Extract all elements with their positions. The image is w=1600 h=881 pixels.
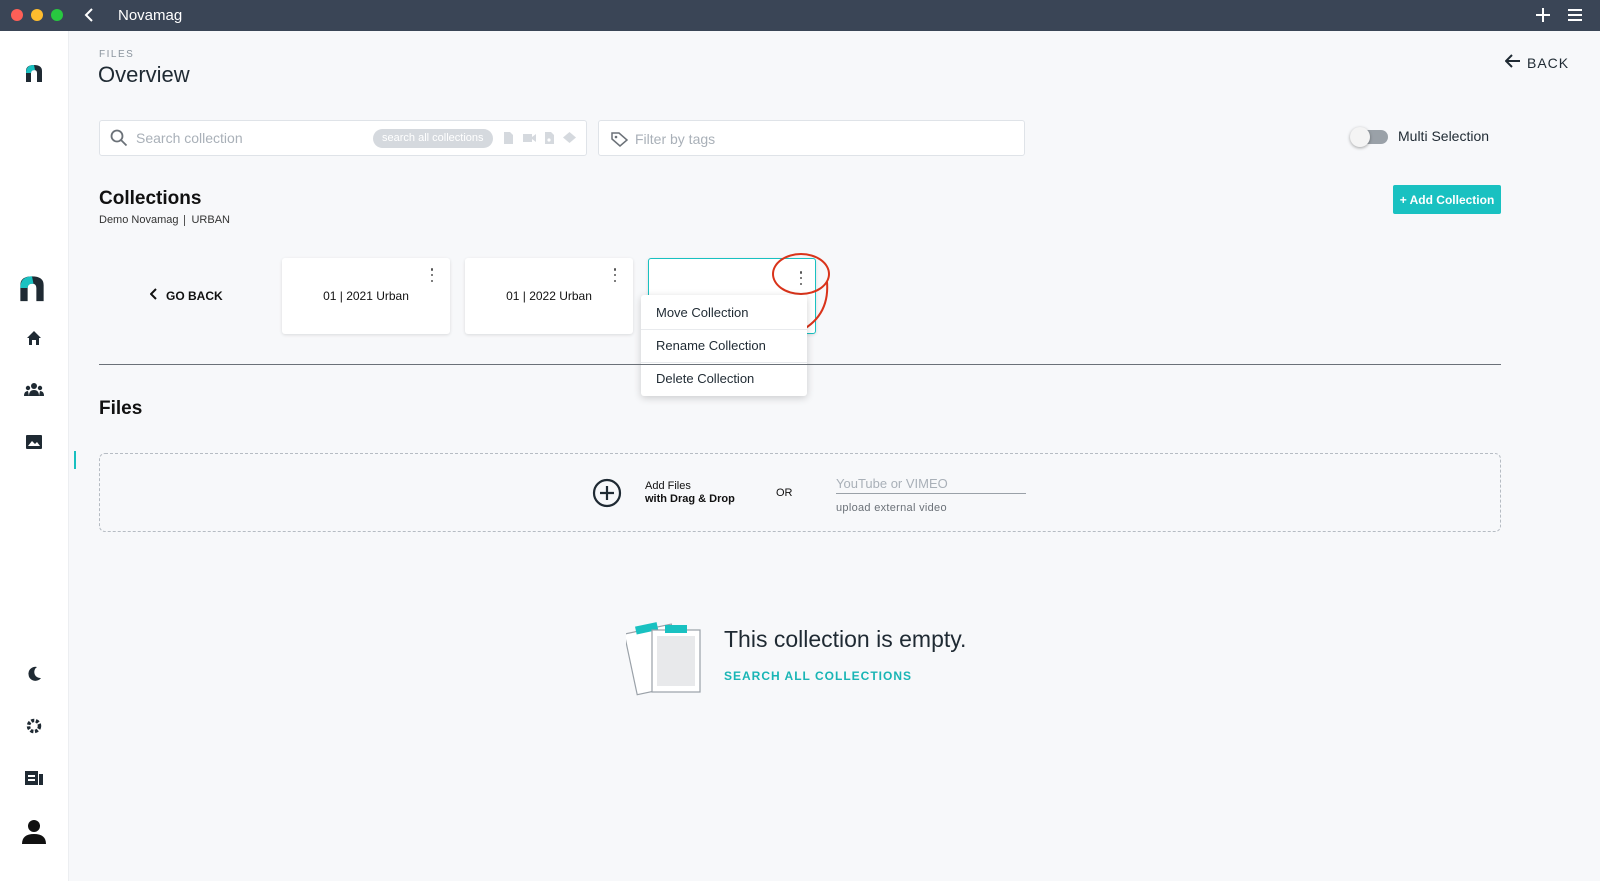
external-video-input[interactable] xyxy=(836,474,1026,494)
image-icon[interactable] xyxy=(22,430,46,454)
breadcrumb-item[interactable]: URBAN xyxy=(191,214,230,226)
external-video-hint: upload external video xyxy=(836,502,947,514)
multi-selection-label: Multi Selection xyxy=(1398,128,1490,144)
file-dropzone[interactable]: Add Files with Drag & Drop OR upload ext… xyxy=(99,453,1501,532)
rename-collection-item[interactable]: Rename Collection xyxy=(641,329,807,362)
add-files-text: Add Files with Drag & Drop xyxy=(645,480,735,506)
or-label: OR xyxy=(776,487,793,499)
move-collection-item[interactable]: Move Collection xyxy=(641,296,807,329)
search-all-collections-pill[interactable]: search all collections xyxy=(373,129,493,148)
page-eyebrow: FILES xyxy=(99,49,135,60)
page-title: Overview xyxy=(98,62,190,87)
users-icon[interactable] xyxy=(22,378,46,402)
sidebar xyxy=(0,31,69,881)
collection-context-menu: Move Collection Rename Collection Delete… xyxy=(641,295,807,396)
collection-card[interactable]: 01 | 2021 Urban xyxy=(282,258,450,334)
plus-icon[interactable] xyxy=(1533,5,1553,25)
kebab-icon[interactable] xyxy=(428,268,436,282)
back-label: BACK xyxy=(1527,54,1570,71)
toggle-knob xyxy=(1350,127,1370,147)
search-icon xyxy=(110,129,128,152)
app-title: Novamag xyxy=(118,7,183,24)
magazine-icon[interactable] xyxy=(22,766,46,790)
collection-card[interactable]: 01 | 2022 Urban xyxy=(465,258,633,334)
drag-drop-label: with Drag & Drop xyxy=(645,493,735,505)
search-input[interactable] xyxy=(136,127,366,149)
tag-filter xyxy=(598,120,1025,156)
delete-collection-item[interactable]: Delete Collection xyxy=(641,362,807,395)
active-nav-indicator xyxy=(74,451,76,469)
brand-logo-icon[interactable] xyxy=(16,272,48,304)
kebab-icon[interactable] xyxy=(611,268,619,282)
collection-card-label: 01 | 2022 Urban xyxy=(506,289,592,303)
add-circle-icon[interactable] xyxy=(592,478,622,513)
search-all-collections-link[interactable]: SEARCH ALL COLLECTIONS xyxy=(724,669,912,683)
empty-clipboard-icon xyxy=(626,622,701,696)
go-back-button[interactable]: GO BACK xyxy=(149,288,223,303)
chevron-left-icon[interactable] xyxy=(80,5,100,25)
empty-state-title: This collection is empty. xyxy=(724,626,967,652)
document-filter-icon[interactable] xyxy=(503,131,514,150)
home-icon[interactable] xyxy=(22,326,46,350)
breadcrumb-separator xyxy=(184,214,186,226)
collection-card-label: 01 | 2021 Urban xyxy=(323,289,409,303)
audio-filter-icon[interactable] xyxy=(544,131,555,150)
tag-filter-input[interactable] xyxy=(635,128,995,150)
gear-icon[interactable] xyxy=(22,714,46,738)
add-collection-button[interactable]: + Add Collection xyxy=(1393,185,1501,214)
maximize-window-button[interactable] xyxy=(51,9,63,21)
chevron-left-icon xyxy=(149,288,158,303)
section-divider xyxy=(99,364,1501,365)
minimize-window-button[interactable] xyxy=(31,9,43,21)
menu-icon[interactable] xyxy=(1565,5,1585,25)
multi-selection-toggle[interactable] xyxy=(1350,127,1388,147)
breadcrumb-item[interactable]: Demo Novamag xyxy=(99,214,178,226)
tag-icon xyxy=(611,131,629,152)
shape-filter-icon[interactable] xyxy=(562,131,577,149)
search-bar: search all collections xyxy=(99,120,587,156)
title-bar: Novamag xyxy=(0,0,1600,31)
logo-icon[interactable] xyxy=(22,61,46,85)
moon-icon[interactable] xyxy=(22,662,46,686)
go-back-label: GO BACK xyxy=(166,288,223,303)
breadcrumb: Demo Novamag URBAN xyxy=(99,214,230,226)
arrow-left-icon xyxy=(1504,54,1521,71)
close-window-button[interactable] xyxy=(11,9,23,21)
collections-title: Collections xyxy=(99,188,202,209)
add-files-label: Add Files xyxy=(645,480,691,492)
files-title: Files xyxy=(99,398,143,419)
back-button[interactable]: BACK xyxy=(1504,54,1570,71)
profile-icon[interactable] xyxy=(20,817,48,845)
video-filter-icon[interactable] xyxy=(522,131,537,149)
